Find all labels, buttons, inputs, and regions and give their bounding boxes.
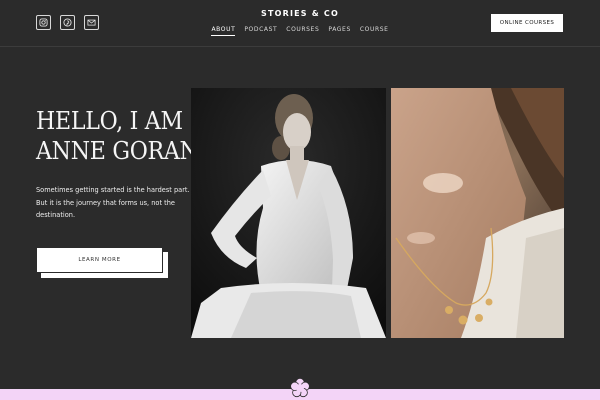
nav-item-courses[interactable]: COURSES [286, 26, 319, 36]
portrait-photo [191, 88, 386, 338]
nav-item-pages[interactable]: PAGES [328, 26, 350, 36]
nav-item-course[interactable]: COURSE [360, 26, 389, 36]
top-navigation-bar: STORIES & CO ABOUT PODCAST COURSES PAGES… [0, 0, 600, 47]
flower-icon [289, 377, 311, 399]
necklace-photo [391, 88, 564, 338]
hero-description: Sometimes getting started is the hardest… [36, 186, 190, 219]
nav-item-podcast[interactable]: PODCAST [244, 26, 277, 36]
nav-item-about[interactable]: ABOUT [211, 26, 236, 36]
online-courses-button[interactable]: ONLINE COURSES [491, 14, 563, 32]
learn-more-button[interactable]: LEARN MORE [36, 247, 163, 273]
